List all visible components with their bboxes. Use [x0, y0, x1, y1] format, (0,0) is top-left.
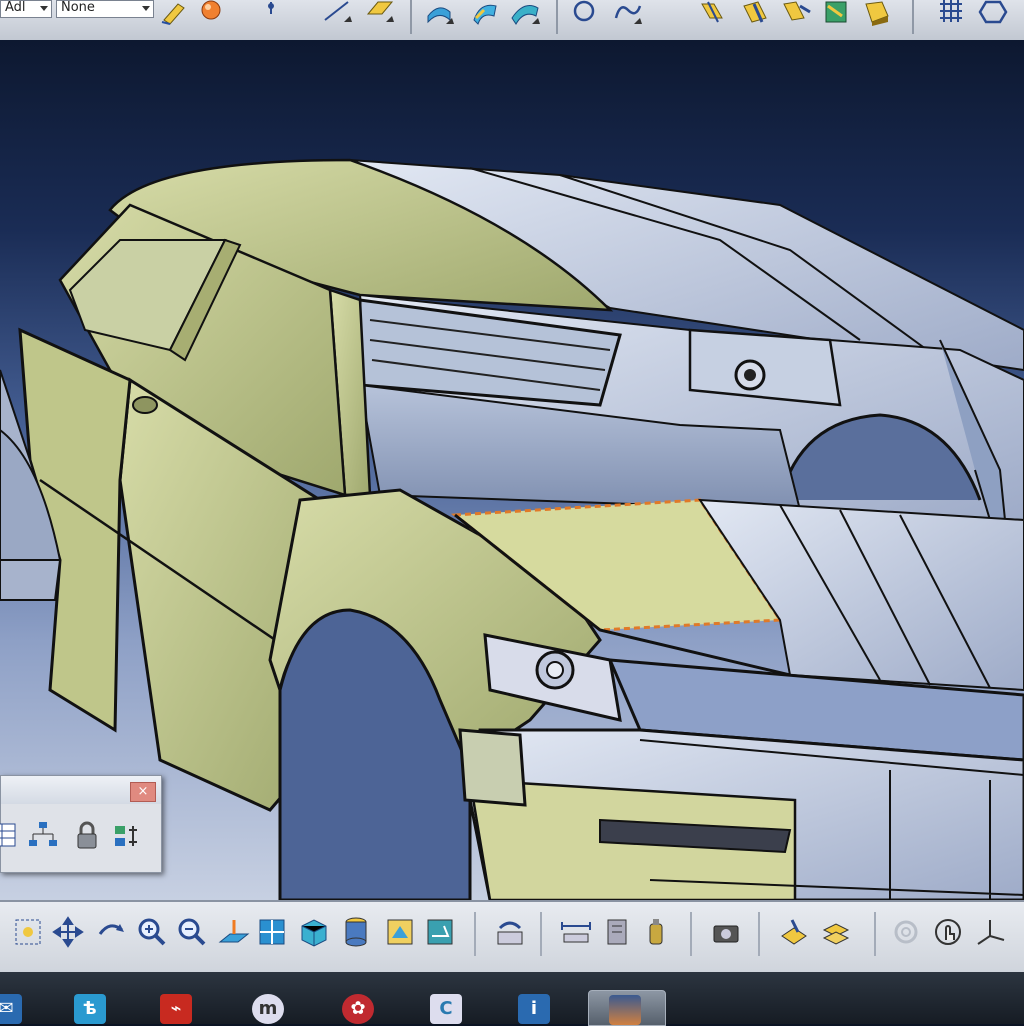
swap-space-icon[interactable]	[424, 916, 456, 948]
capture-icon[interactable]	[710, 916, 742, 948]
line-icon[interactable]	[322, 0, 352, 26]
zoom-in-icon[interactable]	[136, 916, 168, 948]
catia-icon: ѣ	[74, 994, 106, 1024]
info-icon: i	[518, 994, 550, 1024]
filter-combo[interactable]: None	[56, 0, 154, 18]
table-icon[interactable]	[0, 820, 21, 852]
fillet-icon[interactable]	[862, 0, 892, 26]
car-body-model[interactable]	[0, 40, 1024, 900]
fog-lamp-housing	[458, 728, 527, 807]
toolbar-separator	[912, 0, 914, 34]
shading-icon[interactable]	[340, 916, 372, 948]
toolbar-separator	[874, 912, 876, 956]
render-icon[interactable]	[890, 916, 922, 948]
update-icon[interactable]	[494, 916, 526, 948]
circle-icon[interactable]	[570, 0, 600, 26]
floating-toolbar[interactable]: ×	[0, 775, 162, 873]
heal-icon[interactable]	[822, 0, 852, 26]
toolbar-separator	[474, 912, 476, 956]
taskbar-button[interactable]: ✉	[0, 990, 32, 1024]
apply-material-icon[interactable]	[778, 916, 810, 948]
split-icon[interactable]	[698, 0, 728, 26]
taskbar-button[interactable]: ⌁	[150, 990, 202, 1024]
measure-item-icon[interactable]	[602, 916, 634, 948]
revolve-surface-icon[interactable]	[470, 0, 500, 26]
join-icon[interactable]	[782, 0, 812, 26]
quick-view-icon[interactable]	[256, 916, 288, 948]
toolbar-separator	[540, 912, 542, 956]
close-button[interactable]: ×	[130, 782, 156, 802]
trim-icon[interactable]	[740, 0, 770, 26]
hide-show-icon[interactable]	[384, 916, 416, 948]
toolbar-separator	[410, 0, 412, 34]
taskbar-button[interactable]: ѣ	[64, 990, 116, 1024]
taskbar-button[interactable]: C	[420, 990, 472, 1024]
top-toolbar: Adl None	[0, 0, 1024, 42]
taskbar-button[interactable]: m	[242, 990, 294, 1024]
normal-view-icon[interactable]	[218, 916, 250, 948]
inertia-icon[interactable]	[640, 916, 672, 948]
pan-icon[interactable]	[52, 916, 84, 948]
axis-icon[interactable]	[974, 916, 1006, 948]
fit-all-icon[interactable]	[12, 916, 44, 948]
isometric-icon[interactable]	[298, 916, 330, 948]
parameters-icon[interactable]	[111, 820, 143, 852]
layer-combo[interactable]: Adl	[0, 0, 52, 18]
plane-icon[interactable]	[364, 0, 394, 26]
lock-icon[interactable]	[71, 820, 103, 852]
rotate-icon[interactable]	[94, 916, 126, 948]
viewer-icon	[609, 995, 641, 1025]
tree-icon[interactable]	[27, 820, 59, 852]
sketch-icon[interactable]	[160, 0, 190, 26]
3d-viewport[interactable]: ×	[0, 40, 1024, 900]
taskbar: ✉ ѣ ⌁ m ✿ C i	[0, 972, 1024, 1026]
toolbar-separator	[758, 912, 760, 956]
spline-icon[interactable]	[612, 0, 642, 26]
measure-icon[interactable]	[560, 916, 592, 948]
launcher-icon: C	[430, 994, 462, 1024]
bottom-toolbar	[0, 900, 1024, 974]
sphere-icon[interactable]	[196, 0, 226, 26]
grid-icon[interactable]	[936, 0, 966, 26]
record-icon: ✿	[342, 994, 374, 1024]
sweep-surface-icon[interactable]	[510, 0, 540, 26]
point-icon[interactable]	[256, 0, 286, 26]
pdf-reader-icon: ⌁	[160, 994, 192, 1024]
door-handle	[132, 396, 158, 414]
media-icon: m	[252, 994, 284, 1024]
toolbar-separator	[556, 0, 558, 34]
zoom-out-icon[interactable]	[176, 916, 208, 948]
toolbar-separator	[690, 912, 692, 956]
taskbar-button-active[interactable]	[588, 990, 666, 1026]
taskbar-button[interactable]: ✿	[332, 990, 384, 1024]
mail-icon: ✉	[0, 994, 22, 1024]
touch-icon[interactable]	[932, 916, 964, 948]
scene-icon[interactable]	[820, 916, 852, 948]
taskbar-button[interactable]: i	[508, 990, 560, 1024]
extrude-surface-icon[interactable]	[424, 0, 454, 26]
hexagon-icon[interactable]	[978, 0, 1008, 26]
